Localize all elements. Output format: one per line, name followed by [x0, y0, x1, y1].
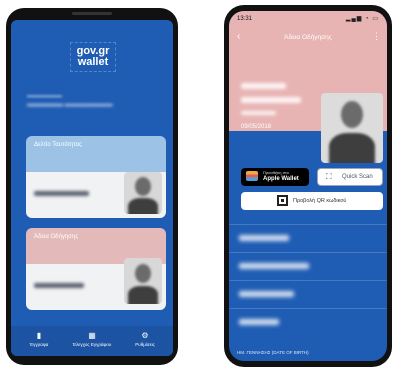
nav-documents-label: Έγγραφα: [29, 342, 49, 347]
more-options-icon[interactable]: ⋮: [372, 31, 381, 42]
back-chevron-icon[interactable]: ‹: [237, 31, 240, 42]
govgr-wallet-logo: gov.gr wallet: [68, 46, 118, 68]
stage: gov.gr wallet ▬▬▬▬▬▬▬ ▬▬▬▬▬▬ ▬▬▬▬▬▬▬▬ Δε…: [0, 0, 395, 375]
wallet-icon: [246, 171, 258, 181]
nav-settings-label: Ρυθμίσεις: [135, 342, 155, 347]
iphone: 13:31 ▂▄▆ ◔ ▭ ‹ Άδεια Οδήγησης ⋮ 09/05/2…: [224, 5, 392, 367]
blurred-id-number: [34, 191, 89, 196]
status-time: 13:31: [237, 16, 253, 22]
signal-wifi-battery-icon: ▂▄▆ ◔ ▭: [345, 16, 379, 22]
document-icon: ▮: [36, 331, 42, 340]
blurred-label: [241, 111, 276, 115]
speaker-grille: [72, 12, 112, 15]
logo-line2: wallet: [77, 56, 109, 68]
wallet-home-screen: gov.gr wallet ▬▬▬▬▬▬▬ ▬▬▬▬▬▬ ▬▬▬▬▬▬▬▬ Δε…: [11, 20, 173, 356]
blurred-firstname: [241, 97, 301, 103]
qr-grid-icon: ▦: [88, 331, 96, 340]
license-card-photo: [124, 258, 162, 304]
blurred-user-name: ▬▬▬▬▬▬ ▬▬▬▬▬▬▬▬: [27, 102, 113, 108]
quick-scan-button[interactable]: ⛶ Quick Scan: [317, 168, 383, 186]
nav-document-check[interactable]: ▦ Έλεγχος Εγγράφου: [67, 331, 117, 348]
show-qr-code-label: Προβολή QR κωδικού: [293, 198, 347, 204]
id-card[interactable]: Δελτίο Ταυτότητας: [26, 136, 166, 218]
qr-code-icon: [277, 195, 288, 206]
show-qr-code-button[interactable]: Προβολή QR κωδικού: [241, 192, 383, 210]
license-field: [229, 308, 387, 336]
bottom-navigation: ▮ Έγγραφα ▦ Έλεγχος Εγγράφου ⚙ Ρυθμίσεις: [11, 326, 173, 356]
android-phone: gov.gr wallet ▬▬▬▬▬▬▬ ▬▬▬▬▬▬ ▬▬▬▬▬▬▬▬ Δε…: [6, 8, 178, 365]
screen-title: Άδεια Οδήγησης: [284, 34, 332, 41]
license-card-title: Άδεια Οδήγησης: [34, 234, 79, 240]
id-card-title: Δελτίο Ταυτότητας: [34, 142, 83, 148]
driving-license-card[interactable]: Άδεια Οδήγησης: [26, 228, 166, 310]
nav-document-check-label: Έλεγχος Εγγράφου: [72, 342, 112, 347]
gear-icon: ⚙: [141, 331, 149, 340]
license-field: [229, 280, 387, 308]
blurred-license-number: [34, 283, 84, 288]
license-photo: [321, 93, 383, 163]
nav-settings[interactable]: ⚙ Ρυθμίσεις: [120, 331, 170, 348]
id-card-photo: [124, 172, 162, 214]
add-to-apple-wallet-button[interactable]: Προσθήκη στο Apple Wallet: [241, 168, 309, 186]
license-field: [229, 224, 387, 252]
license-detail-screen: 13:31 ▂▄▆ ◔ ▭ ‹ Άδεια Οδήγησης ⋮ 09/05/2…: [229, 11, 387, 361]
apple-wallet-prefix: Προσθήκη στο: [263, 170, 289, 175]
license-field: [229, 252, 387, 280]
blurred-welcome-text: ▬▬▬▬▬▬▬: [27, 93, 62, 99]
scan-icon: ⛶: [326, 172, 332, 181]
issue-date: 09/05/2018: [241, 124, 272, 130]
apple-wallet-label: Apple Wallet: [263, 176, 299, 182]
quick-scan-label: Quick Scan: [342, 174, 373, 180]
status-bar: 13:31 ▂▄▆ ◔ ▭: [229, 11, 387, 35]
blurred-surname: [241, 83, 286, 89]
date-of-birth-label: ΗΜ. ΓΕΝΝΗΣΗΣ (DATE OF BIRTH): [237, 350, 309, 355]
nav-documents[interactable]: ▮ Έγγραφα: [14, 331, 64, 348]
